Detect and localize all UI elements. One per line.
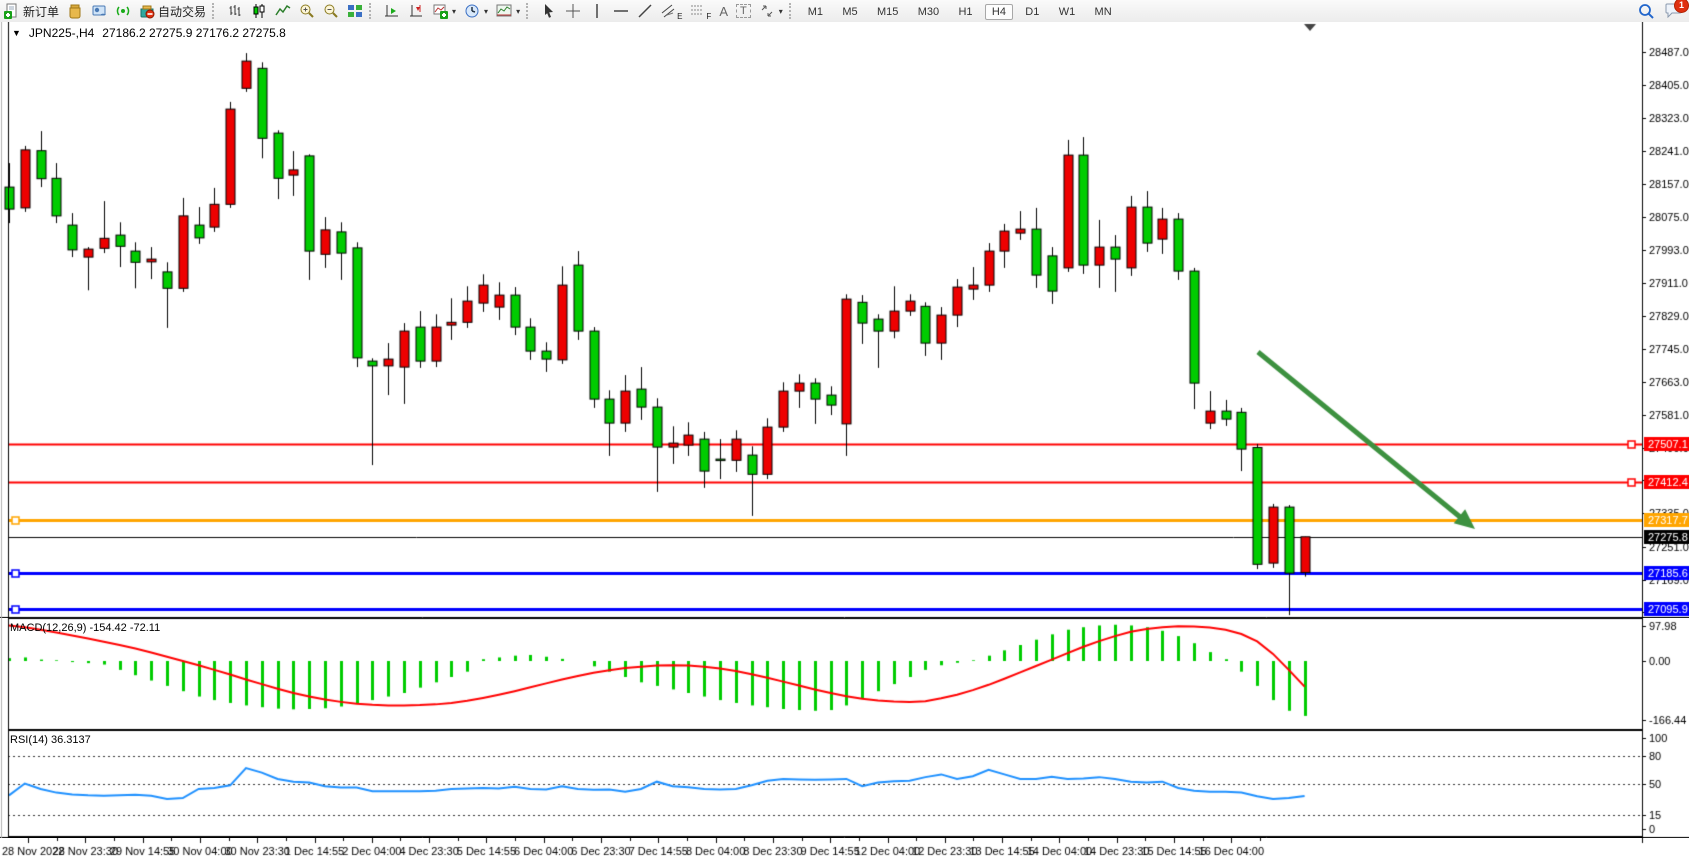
timeframe-button-d1[interactable]: D1 [1018,4,1046,20]
trendline-button[interactable] [633,1,657,21]
timeframe-button-m30[interactable]: M30 [911,4,946,20]
history-button[interactable] [63,1,87,21]
arrows-icon [759,3,775,19]
auto-scroll-icon [384,3,400,19]
candlestick-chart-icon [251,3,267,19]
timeframe-button-h4[interactable]: H4 [985,4,1013,20]
text-label-button[interactable]: T [732,1,755,21]
chat-button[interactable]: 1 [1665,2,1683,21]
publisher-icon [91,3,107,19]
dropdown-caret-icon: ▾ [484,7,488,16]
main-chart-canvas[interactable] [0,22,1689,618]
dropdown-caret-icon: ▾ [516,7,520,16]
publisher-button[interactable] [87,1,111,21]
text-label-icon: T [736,4,751,18]
fibo-f-label: F [706,12,711,21]
dropdown-caret-icon: ▾ [779,7,783,16]
cursor-icon [541,3,557,19]
vertical-line-icon [589,3,605,19]
signals-button[interactable] [111,1,135,21]
horizontal-line-icon [613,3,629,19]
timeframe-button-h1[interactable]: H1 [951,4,979,20]
toolbar-right-group: 1 [1638,2,1689,21]
line-chart-icon [275,3,291,19]
auto-trading-icon [139,3,155,19]
trendline-icon [637,3,653,19]
timeframe-button-m5[interactable]: M5 [835,4,864,20]
fibonacci-button[interactable]: F [686,1,715,21]
auto-trading-button[interactable]: 自动交易 [135,1,210,21]
chart-shift-icon [408,3,424,19]
vertical-line-button[interactable] [585,1,609,21]
toolbar: 新订单 自动交易 ▾ ▾ [0,0,1689,23]
candlestick-chart-button[interactable] [247,1,271,21]
timeframe-group: M1 M5 M15 M30 H1 H4 D1 W1 MN [800,4,1120,18]
ohlc-values: 27186.2 27275.9 27176.2 27275.8 [102,26,286,40]
crosshair-icon [565,3,581,19]
channel-e-label: E [677,12,682,21]
auto-trading-label: 自动交易 [158,3,206,20]
add-indicator-button[interactable]: ▾ [428,1,460,21]
chart-title: ▼ JPN225-,H4 27186.2 27275.9 27176.2 272… [12,26,286,40]
toolbar-separator [212,3,221,19]
rsi-indicator-label: RSI(14) 36.3137 [10,734,91,746]
new-order-label: 新订单 [23,3,59,20]
dropdown-caret-icon: ▾ [452,7,456,16]
signal-icon [115,3,131,19]
notification-badge: 1 [1674,0,1689,13]
fibonacci-icon [690,4,706,18]
new-order-button[interactable]: 新订单 [0,1,63,21]
jar-icon [67,3,83,19]
macd-indicator-label: MACD(12,26,9) -154.42 -72.11 [10,622,160,634]
tile-windows-icon [347,3,363,19]
zoom-out-icon [323,3,339,19]
period-button[interactable]: ▾ [460,1,492,21]
horizontal-line-button[interactable] [609,1,633,21]
auto-scroll-button[interactable] [380,1,404,21]
macd-panel-canvas[interactable] [0,618,1689,730]
symbol-period-label: JPN225-,H4 [29,26,94,40]
line-chart-button[interactable] [271,1,295,21]
collapse-triangle-icon[interactable]: ▼ [12,28,21,38]
chart-window: ▼ JPN225-,H4 27186.2 27275.9 27176.2 272… [0,22,1689,860]
text-button[interactable]: A [715,1,732,21]
equidistant-channel-button[interactable]: E [657,1,686,21]
crosshair-button[interactable] [561,1,585,21]
timeframe-button-mn[interactable]: MN [1088,4,1119,20]
zoom-in-button[interactable] [295,1,319,21]
zoom-in-icon [299,3,315,19]
template-button[interactable]: ▾ [492,1,524,21]
bar-chart-icon [227,3,243,19]
clock-icon [464,3,480,19]
text-a-icon: A [719,4,728,19]
rsi-panel-canvas[interactable] [0,730,1689,838]
template-icon [496,3,512,19]
bar-chart-button[interactable] [223,1,247,21]
new-order-icon [4,3,20,19]
cursor-button[interactable] [537,1,561,21]
search-icon[interactable] [1638,3,1655,20]
chart-shift-button[interactable] [404,1,428,21]
tile-windows-button[interactable] [343,1,367,21]
timeframe-button-m15[interactable]: M15 [870,4,905,20]
timeframe-button-m1[interactable]: M1 [801,4,830,20]
add-indicator-icon [432,3,448,19]
toolbar-separator [369,3,378,19]
zoom-out-button[interactable] [319,1,343,21]
arrows-button[interactable]: ▾ [755,1,787,21]
time-axis-canvas [0,838,1689,860]
equidistant-channel-icon [661,4,677,18]
timeframe-button-w1[interactable]: W1 [1052,4,1083,20]
toolbar-separator [789,3,798,19]
toolbar-separator [526,3,535,19]
